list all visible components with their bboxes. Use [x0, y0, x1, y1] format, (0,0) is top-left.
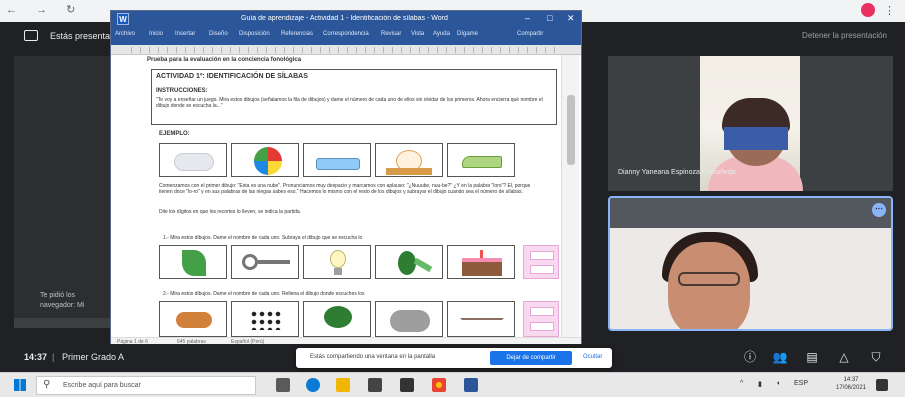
tab-revisar[interactable]: Revisar	[381, 31, 401, 37]
tab-disposicion[interactable]: Disposición	[239, 31, 270, 37]
network-icon[interactable]: ▮	[758, 380, 762, 388]
example-image-bed	[303, 143, 371, 177]
file-explorer-icon[interactable]	[336, 378, 350, 392]
instructions-label: INSTRUCCIONES:	[156, 88, 208, 94]
q2-image-tree	[303, 301, 371, 337]
tray-language[interactable]: ESP	[794, 380, 808, 387]
windows-taskbar: ⚲ Escribe aquí para buscar ^ ▮ ◖ ESP 14:…	[0, 372, 905, 397]
tab-correspondencia[interactable]: Correspondencia	[323, 31, 369, 37]
glasses	[678, 272, 740, 286]
document-page[interactable]: Prueba para la evaluación en la concienc…	[119, 55, 559, 337]
q2-answer-box	[523, 301, 559, 337]
example-image-iron	[447, 143, 515, 177]
stop-presenting-link[interactable]: Detener la presentación	[802, 31, 887, 40]
preview-caption-line: Te pidió los	[40, 292, 76, 299]
q1-image-cake	[447, 245, 515, 279]
word-title-bar: W Guía de aprendizaje - Actividad 1 - Id…	[111, 11, 581, 27]
hide-button[interactable]: Ocultar	[583, 354, 602, 360]
scrollbar-thumb[interactable]	[567, 95, 575, 165]
q1-image-leaf	[159, 245, 227, 279]
tab-inicio[interactable]: Inicio	[149, 31, 163, 37]
tab-diseno[interactable]: Diseño	[209, 31, 228, 37]
task-view-icon[interactable]	[276, 378, 290, 392]
action-center-icon[interactable]	[876, 379, 888, 391]
privacy-mask	[724, 127, 788, 150]
tab-referencias[interactable]: Referencias	[281, 31, 313, 37]
q1-answer-box	[523, 245, 559, 279]
tab-archivo[interactable]: Archivo	[115, 31, 135, 37]
more-options-icon[interactable]: ⋯	[872, 203, 886, 217]
volume-icon[interactable]: ◖	[776, 380, 780, 387]
word-logo-icon: W	[117, 13, 129, 25]
clock-time: 14:37	[843, 377, 859, 383]
tab-vista[interactable]: Vista	[411, 31, 424, 37]
activities-icon[interactable]: △	[836, 349, 852, 365]
question-1: 1.- Mira estos dibujos. Dame el nombre d…	[163, 235, 363, 241]
ruler	[111, 45, 581, 55]
meeting-name: Primer Grado A	[62, 352, 125, 362]
presentation-preview	[14, 56, 112, 328]
browser-menu-icon[interactable]: ⋮	[884, 4, 895, 17]
document-scrollbar[interactable]	[561, 55, 579, 337]
q2-image-elephant	[375, 301, 443, 337]
edge-icon[interactable]	[306, 378, 320, 392]
q1-image-key	[231, 245, 299, 279]
q2-image-dots	[231, 301, 299, 337]
tab-digame[interactable]: Dígame	[457, 31, 478, 37]
sharing-message: Estás compartiendo una ventana en la pan…	[310, 354, 436, 360]
preview-bottom-bar	[14, 318, 112, 328]
store-icon[interactable]	[368, 378, 382, 392]
example-label: EJEMPLO:	[159, 131, 190, 137]
people-icon[interactable]: 👥	[772, 349, 788, 365]
close-icon[interactable]: ✕	[567, 13, 575, 24]
tab-insertar[interactable]: Insertar	[175, 31, 195, 37]
participant-name: Dianny Yaneana Espinoza Castañeda	[618, 169, 736, 176]
activity-title: ACTIVIDAD 1º: IDENTIFICACIÓN DE SÍLABAS	[156, 73, 308, 80]
window-title: Guía de aprendizaje - Actividad 1 - Iden…	[241, 15, 448, 22]
minimize-icon[interactable]: –	[525, 13, 530, 23]
host-controls-icon[interactable]: ⛉	[868, 349, 884, 365]
question-2: 2.- Mira estos dibujos. Dame el nombre d…	[163, 291, 365, 297]
word-window: W Guía de aprendizaje - Actividad 1 - Id…	[110, 10, 582, 346]
participant-tile-active[interactable]: ⋯	[608, 196, 893, 331]
q1-image-parrot	[375, 245, 443, 279]
q1-image-bulb	[303, 245, 371, 279]
example-image-cloud	[159, 143, 227, 177]
explanation-paragraph: Comenzamos con el primer dibujo: "Esta e…	[159, 183, 531, 195]
present-screen-icon	[24, 30, 38, 41]
sharing-notification: Estás compartiendo una ventana en la pan…	[296, 348, 612, 368]
chat-icon[interactable]: ▤	[804, 349, 820, 365]
taskbar-clock[interactable]: 14:37 17/06/2021	[836, 376, 866, 392]
doc-heading: Prueba para la evaluación en la concienc…	[147, 57, 302, 63]
meeting-time: 14:37	[24, 352, 48, 362]
q2-image-dog	[159, 301, 227, 337]
stop-sharing-button[interactable]: Dejar de compartir	[490, 351, 572, 365]
windows-start-icon[interactable]	[14, 379, 26, 391]
clock-date: 17/06/2021	[836, 385, 867, 391]
example-image-ball	[231, 143, 299, 177]
maximize-icon[interactable]: □	[547, 13, 552, 23]
info-icon[interactable]: ⓘ	[742, 349, 758, 365]
instruction-paragraph: Dile los dígitos en que los recortes lo …	[159, 209, 302, 215]
preview-caption-line: navegador: Mi	[40, 302, 85, 309]
example-image-hen	[375, 143, 443, 177]
tab-ayuda[interactable]: Ayuda	[433, 31, 450, 37]
q2-image-hanger	[447, 301, 515, 337]
browser-nav-buttons[interactable]: ← → ↻	[6, 3, 83, 16]
share-button[interactable]: Compartir	[517, 31, 543, 37]
taskbar-search[interactable]: ⚲ Escribe aquí para buscar	[36, 376, 256, 395]
separator: |	[52, 352, 55, 362]
tray-chevron-icon[interactable]: ^	[740, 380, 743, 387]
activity-box: ACTIVIDAD 1º: IDENTIFICACIÓN DE SÍLABAS …	[151, 69, 557, 125]
search-placeholder: Escribe aquí para buscar	[63, 382, 141, 389]
profile-avatar[interactable]	[861, 3, 875, 17]
instructions-text: "Te voy a enseñar un juego. Mira estos d…	[156, 97, 543, 109]
mail-icon[interactable]	[400, 378, 414, 392]
word-taskbar-icon[interactable]	[464, 378, 478, 392]
chrome-icon[interactable]	[432, 378, 446, 392]
search-icon: ⚲	[43, 379, 51, 390]
word-ribbon: Archivo Inicio Insertar Diseño Disposici…	[111, 27, 581, 45]
participant-tile[interactable]: Dianny Yaneana Espinoza Castañeda	[608, 56, 893, 191]
